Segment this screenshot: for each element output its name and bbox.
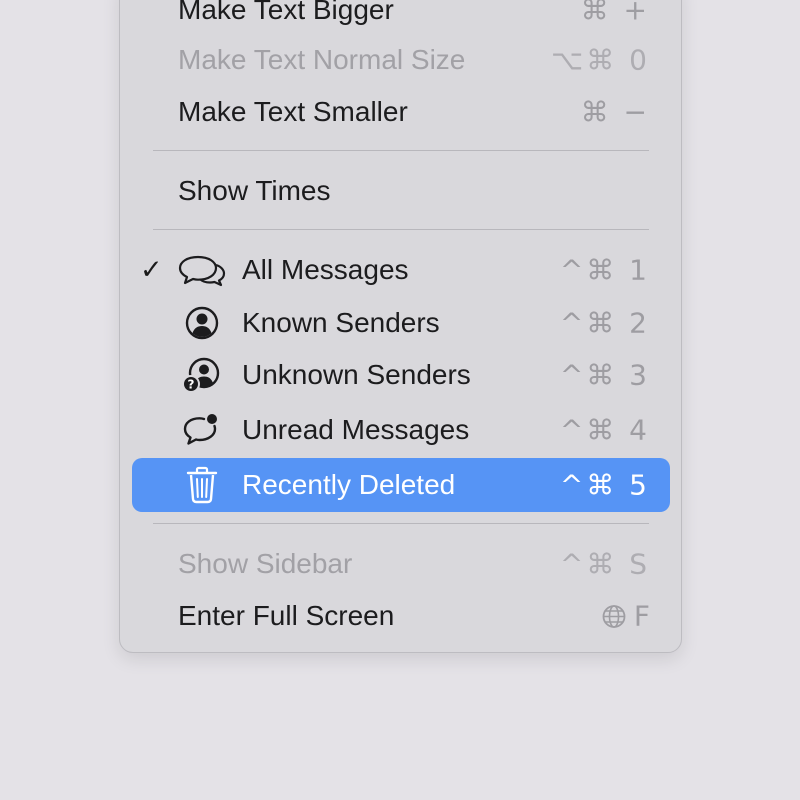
menu-item-label: Make Text Normal Size: [178, 44, 466, 75]
menu-item-shortcut: F: [602, 600, 650, 633]
menu-item-label: Recently Deleted: [242, 469, 456, 500]
menu-item-shortcut: ⌘ +: [580, 0, 650, 27]
menu-item-shortcut: ⌘ −: [580, 95, 650, 129]
menu-item-label: Enter Full Screen: [178, 600, 395, 631]
menu-item-recently-deleted[interactable]: Recently Deleted ^⌘ 5: [132, 458, 670, 512]
menu-item-shortcut: ^⌘ 4: [559, 413, 650, 447]
shortcut-key: F: [633, 599, 650, 633]
svg-text:?: ?: [188, 378, 195, 392]
menu-separator: [153, 523, 649, 524]
menu-item-label: Show Times: [178, 175, 331, 206]
menu-item-unread-messages[interactable]: Unread Messages ^⌘ 4: [132, 403, 670, 457]
menu-item-shortcut: ^⌘ 5: [559, 468, 650, 502]
globe-icon: [602, 604, 626, 628]
menu-item-shortcut: ^⌘ 1: [559, 253, 650, 287]
menu-item-enter-full-screen[interactable]: Enter Full Screen F: [132, 589, 670, 643]
trash-icon: [178, 465, 226, 505]
menu-separator: [153, 229, 649, 230]
menu-item-label: Known Senders: [242, 307, 440, 338]
person-circle-icon: [178, 303, 226, 343]
person-question-icon: ?: [178, 355, 226, 395]
menu-item-label: Make Text Smaller: [178, 96, 408, 127]
menu-item-unknown-senders[interactable]: ? Unknown Senders ^⌘ 3: [132, 348, 670, 402]
chat-bubbles-icon: [178, 250, 226, 290]
menu-item-show-sidebar: Show Sidebar ^⌘ S: [132, 537, 670, 591]
menu-item-known-senders[interactable]: Known Senders ^⌘ 2: [132, 296, 670, 350]
menu-item-label: Show Sidebar: [178, 548, 353, 579]
menu-item-label: Make Text Bigger: [178, 0, 394, 25]
menu-item-make-text-bigger[interactable]: Make Text Bigger ⌘ +: [132, 0, 670, 37]
menu-separator: [153, 150, 649, 151]
view-menu: Make Text Bigger ⌘ + Make Text Normal Si…: [119, 0, 682, 653]
menu-item-shortcut: ^⌘ S: [559, 547, 650, 581]
chat-bubble-dot-icon: [178, 410, 226, 450]
menu-item-make-text-smaller[interactable]: Make Text Smaller ⌘ −: [132, 85, 670, 139]
checkmark-icon: ✓: [140, 254, 163, 285]
menu-item-shortcut: ⌥⌘ 0: [551, 43, 650, 77]
menu-item-shortcut: ^⌘ 3: [559, 358, 650, 392]
menu-item-label: Unknown Senders: [242, 359, 471, 390]
menu-item-label: All Messages: [242, 254, 409, 285]
menu-item-all-messages[interactable]: ✓ All Messages ^⌘ 1: [132, 243, 670, 297]
menu-item-label: Unread Messages: [242, 414, 470, 445]
menu-item-shortcut: ^⌘ 2: [559, 306, 650, 340]
menu-item-show-times[interactable]: Show Times: [132, 164, 670, 218]
menu-item-make-text-normal-size: Make Text Normal Size ⌥⌘ 0: [132, 33, 670, 87]
